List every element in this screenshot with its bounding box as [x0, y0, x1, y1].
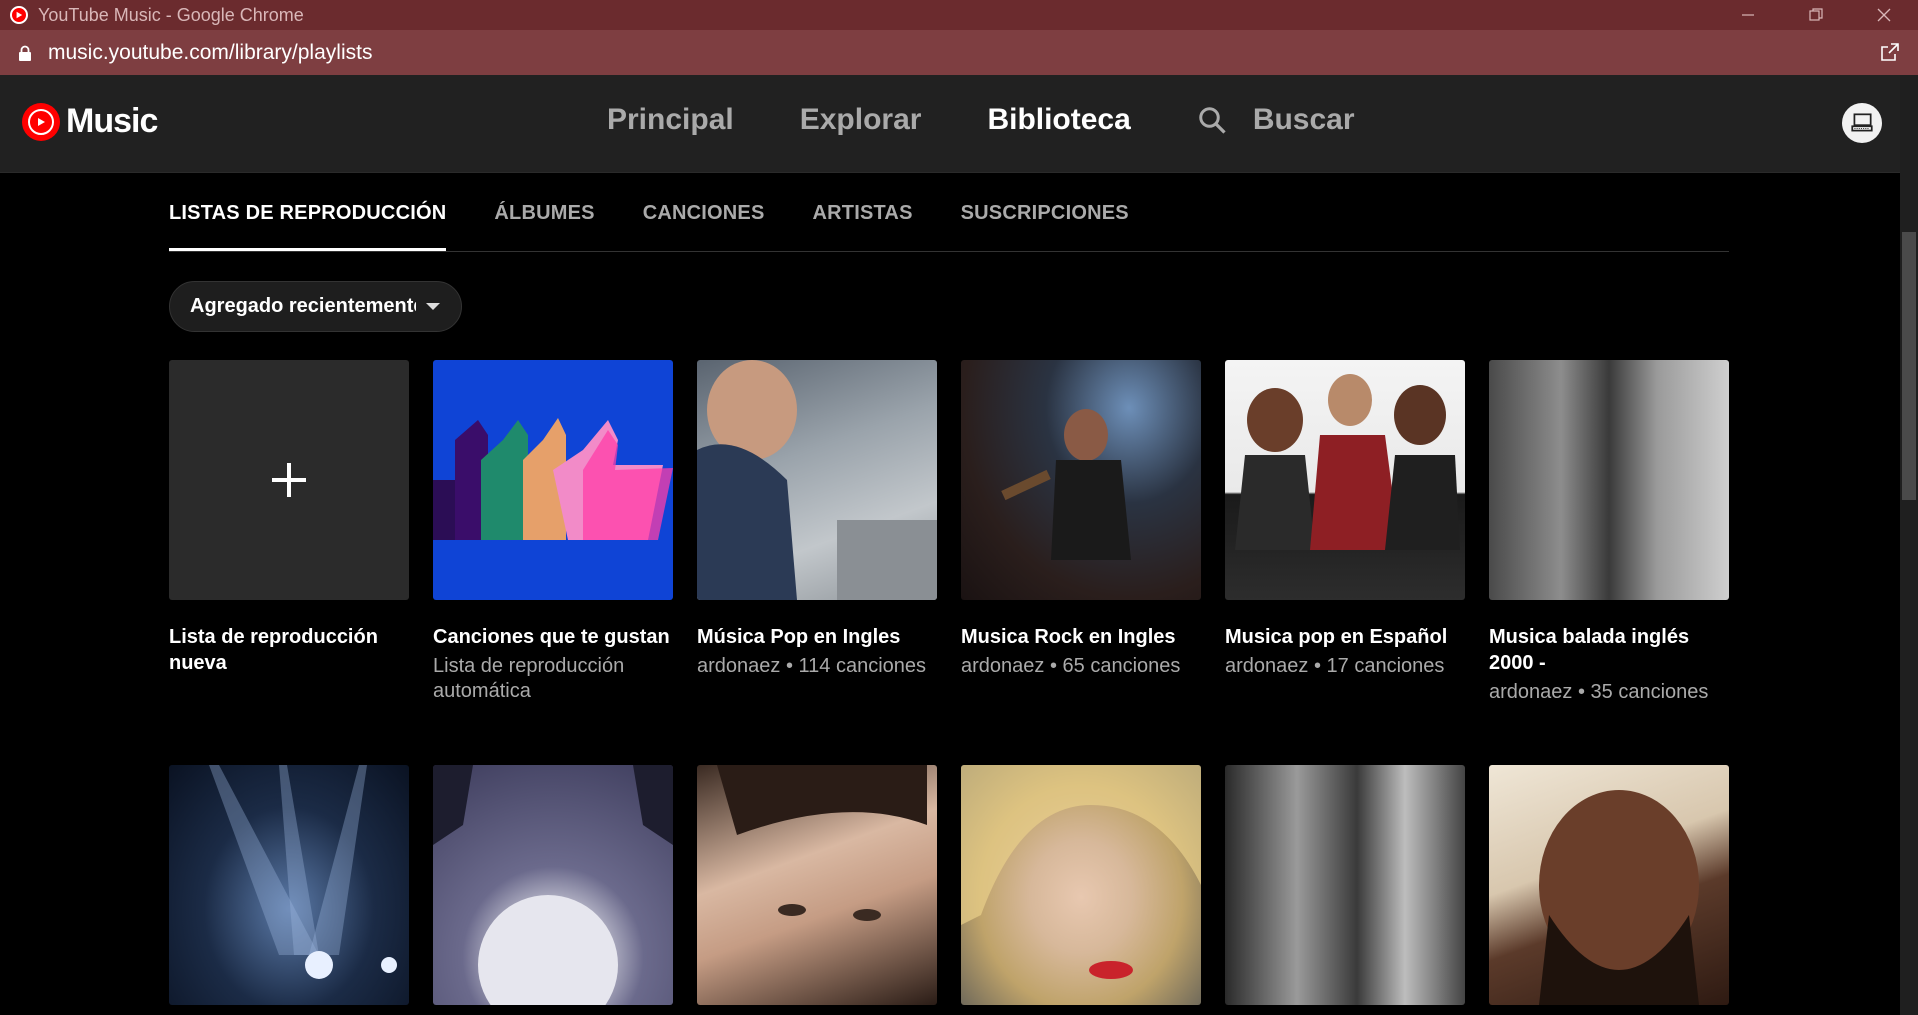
plus-icon [272, 463, 306, 497]
playlist-subtitle: ardonaez • 65 canciones [961, 655, 1181, 677]
nav-explorar[interactable]: Explorar [800, 103, 922, 137]
cover-art-icon [961, 765, 1201, 979]
playlist-title[interactable]: Musica Rock en Ingles [961, 624, 1201, 650]
window-title: YouTube Music - Google Chrome [38, 4, 304, 25]
youtube-music-logo[interactable]: Music [22, 102, 158, 141]
cover-art-icon [1001, 409, 1131, 560]
playlist-card-balada-ingles[interactable]: Musica balada inglés 2000 - ardonaez • 3… [1489, 360, 1729, 705]
tab-songs[interactable]: CANCIONES [643, 173, 765, 251]
playlist-thumbnail[interactable] [1225, 765, 1465, 1005]
playlist-card[interactable] [1225, 765, 1465, 1005]
playlist-thumbnail[interactable] [433, 765, 673, 1005]
window-titlebar: YouTube Music - Google Chrome [0, 0, 1918, 30]
playlist-thumbnail[interactable] [433, 360, 673, 600]
tab-artists[interactable]: ARTISTAS [813, 173, 913, 251]
playlist-subtitle: ardonaez • 17 canciones [1225, 655, 1445, 677]
playlist-thumbnail[interactable] [697, 765, 937, 1005]
playlist-title[interactable]: Lista de reproducción nueva [169, 624, 409, 676]
playlist-thumbnail[interactable] [1489, 360, 1729, 600]
playlist-subtitle: ardonaez • 114 canciones [697, 655, 927, 677]
playlist-subtitle: Lista de reproducción automática [433, 655, 625, 702]
playlist-card-pop-espanol[interactable]: Musica pop en Español ardonaez • 17 canc… [1225, 360, 1465, 679]
tab-albums[interactable]: ÁLBUMES [494, 173, 594, 251]
library-tabs: LISTAS DE REPRODUCCIÓN ÁLBUMES CANCIONES… [169, 173, 1729, 252]
youtube-music-favicon-icon [10, 6, 28, 24]
playlist-card-pop-ingles[interactable]: Música Pop en Ingles ardonaez • 114 canc… [697, 360, 937, 679]
cover-art-icon [1235, 374, 1460, 550]
cover-art-icon [717, 765, 927, 921]
playlist-thumbnail[interactable] [961, 765, 1201, 1005]
minimize-button[interactable] [1714, 0, 1782, 30]
tab-playlists[interactable]: LISTAS DE REPRODUCCIÓN [169, 173, 447, 251]
scrollbar-thumb[interactable] [1902, 232, 1916, 500]
playlist-card[interactable] [433, 765, 673, 1005]
lock-icon [18, 45, 32, 61]
cover-art-icon [1539, 790, 1699, 1005]
playlist-card[interactable] [697, 765, 937, 1005]
logo-text: Music [66, 102, 158, 140]
liked-songs-art-icon [433, 418, 673, 540]
main-nav: Principal Explorar Biblioteca Buscar [607, 103, 1355, 137]
page-scrollbar[interactable] [1900, 75, 1918, 1015]
cover-art-icon [433, 765, 673, 1005]
playlist-thumbnail[interactable] [1225, 360, 1465, 600]
close-button[interactable] [1850, 0, 1918, 30]
playlist-thumbnail[interactable] [961, 360, 1201, 600]
playlist-thumbnail[interactable] [169, 360, 409, 600]
tab-subscriptions[interactable]: SUSCRIPCIONES [961, 173, 1129, 251]
open-in-app-icon[interactable] [1880, 42, 1900, 62]
search-button[interactable]: Buscar [1197, 103, 1355, 137]
avatar-icon [1851, 113, 1873, 132]
playlist-subtitle: ardonaez • 35 canciones [1489, 681, 1709, 703]
sort-label: Agregado recientemente [190, 295, 416, 317]
playlist-thumbnail[interactable] [1489, 765, 1729, 1005]
sort-dropdown[interactable]: Agregado recientemente [169, 281, 462, 332]
playlist-card[interactable] [961, 765, 1201, 1005]
playlist-card-new[interactable]: Lista de reproducción nueva [169, 360, 409, 676]
playlist-card-liked[interactable]: Canciones que te gustan Lista de reprodu… [433, 360, 673, 704]
caret-down-icon [426, 303, 440, 310]
playlist-card[interactable] [169, 765, 409, 1005]
address-bar[interactable]: music.youtube.com/library/playlists [0, 30, 1918, 75]
restore-button[interactable] [1782, 0, 1850, 30]
playlist-card-rock-ingles[interactable]: Musica Rock en Ingles ardonaez • 65 canc… [961, 360, 1201, 679]
search-label: Buscar [1252, 103, 1355, 136]
playlist-card[interactable] [1489, 765, 1729, 1005]
cover-art-icon [697, 360, 937, 600]
url-text: music.youtube.com/library/playlists [48, 40, 373, 64]
playlist-title[interactable]: Musica pop en Español [1225, 624, 1465, 650]
playlist-thumbnail[interactable] [697, 360, 937, 600]
youtube-music-logo-icon [22, 102, 60, 141]
playlist-thumbnail[interactable] [169, 765, 409, 1005]
cover-art-icon [209, 765, 397, 979]
playlist-title[interactable]: Música Pop en Ingles [697, 624, 937, 650]
nav-biblioteca[interactable]: Biblioteca [987, 103, 1130, 137]
search-icon [1199, 107, 1226, 134]
nav-principal[interactable]: Principal [607, 103, 734, 137]
app-header: Music Principal Explorar Biblioteca Busc… [0, 75, 1900, 173]
avatar[interactable] [1842, 103, 1882, 143]
playlist-title[interactable]: Musica balada inglés 2000 - [1489, 624, 1729, 676]
playlist-title[interactable]: Canciones que te gustan [433, 624, 673, 650]
